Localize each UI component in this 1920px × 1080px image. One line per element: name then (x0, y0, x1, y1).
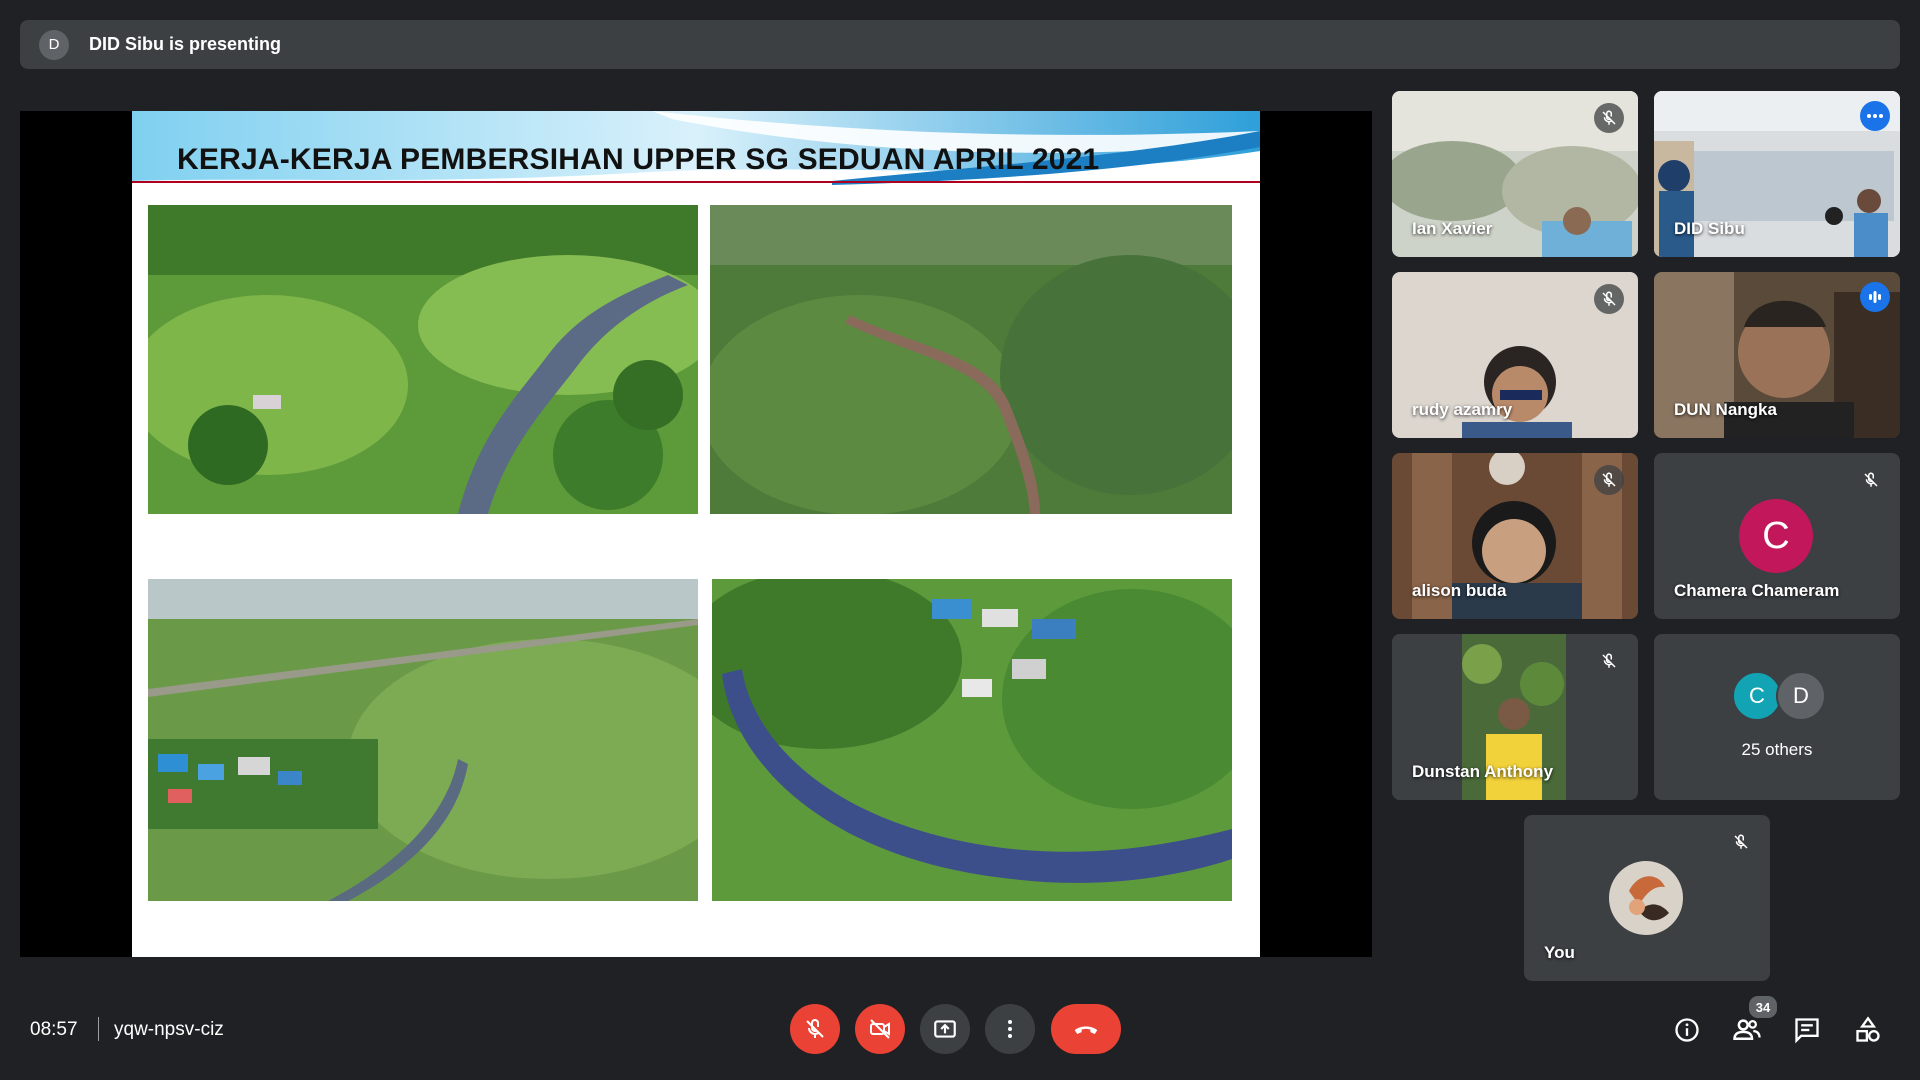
participant-tile-alison-buda[interactable]: alison buda (1392, 453, 1638, 619)
participant-name: Ian Xavier (1412, 219, 1493, 238)
bottom-control-bar: 08:57 yqw-npsv-ciz 34 (0, 990, 1920, 1070)
activities-icon (1856, 1016, 1880, 1042)
slide-title: KERJA-KERJA PEMBERSIHAN UPPER SG SEDUAN … (177, 143, 1100, 176)
meeting-code: yqw-npsv-ciz (114, 1019, 224, 1040)
mic-off-icon (803, 1017, 827, 1041)
mic-off-icon (1856, 465, 1886, 495)
mic-off-icon (1726, 827, 1756, 857)
toggle-mic-button[interactable] (790, 1004, 840, 1054)
participant-tile-ian-xavier[interactable]: Ian Xavier (1392, 91, 1638, 257)
presentation-slide: KERJA-KERJA PEMBERSIHAN UPPER SG SEDUAN … (132, 111, 1260, 957)
others-avatar-c: C (1732, 671, 1782, 721)
participant-tile-dunstan-anthony[interactable]: Dunstan Anthony (1392, 634, 1638, 800)
self-avatar (1609, 861, 1683, 935)
more-options-button[interactable] (985, 1004, 1035, 1054)
present-now-button[interactable] (920, 1004, 970, 1054)
meeting-time: 08:57 (30, 1019, 78, 1040)
aerial-photo-forest-river (710, 205, 1232, 514)
mic-off-icon (1594, 646, 1624, 676)
more-vert-icon (1008, 1020, 1012, 1038)
presenter-avatar: D (39, 29, 69, 60)
end-call-icon (1074, 1026, 1098, 1034)
participant-name: DUN Nangka (1674, 400, 1777, 419)
participant-name: rudy azamry (1412, 400, 1513, 419)
participant-name: Dunstan Anthony (1412, 762, 1554, 781)
camera-off-icon (870, 1019, 890, 1039)
participant-avatar: C (1739, 499, 1813, 573)
others-tile[interactable]: C D 25 others (1654, 634, 1900, 800)
aerial-photo-village-landscape (148, 579, 698, 901)
slide-title-rule (132, 181, 1260, 183)
activities-button[interactable] (1852, 1014, 1884, 1046)
others-count-label: 25 others (1741, 740, 1813, 759)
aerial-photo-river-palms (148, 205, 698, 514)
meeting-details-button[interactable] (1671, 1014, 1703, 1046)
self-name: You (1544, 943, 1575, 962)
others-avatar-d: D (1776, 671, 1826, 721)
participant-tile-did-sibu[interactable]: DID Sibu (1654, 91, 1900, 257)
participant-tile-chamera-chameram[interactable]: C Chamera Chameram (1654, 453, 1900, 619)
participant-name: DID Sibu (1674, 219, 1745, 238)
participant-tile-rudy-azamry[interactable]: rudy azamry (1392, 272, 1638, 438)
speaking-icon (1860, 282, 1890, 312)
presentation-stage[interactable]: KERJA-KERJA PEMBERSIHAN UPPER SG SEDUAN … (20, 111, 1372, 957)
mic-off-icon (1594, 465, 1624, 495)
present-icon (934, 1020, 956, 1038)
participant-count-badge: 34 (1747, 994, 1779, 1020)
toggle-camera-button[interactable] (855, 1004, 905, 1054)
mic-off-icon (1594, 284, 1624, 314)
aerial-photo-river-village (712, 579, 1232, 901)
chat-button[interactable] (1791, 1014, 1823, 1046)
presenting-label: DID Sibu is presenting (89, 34, 282, 54)
participant-name: alison buda (1412, 581, 1507, 600)
info-icon (1675, 1018, 1699, 1042)
mic-off-icon (1594, 103, 1624, 133)
participant-tile-dun-nangka[interactable]: DUN Nangka (1654, 272, 1900, 438)
divider (98, 1017, 99, 1041)
leave-call-button[interactable] (1051, 1004, 1121, 1054)
presenting-banner: D DID Sibu is presenting (20, 20, 1900, 69)
self-tile[interactable]: You (1524, 815, 1770, 981)
chat-icon (1795, 1018, 1819, 1044)
participant-name: Chamera Chameram (1674, 581, 1840, 600)
more-options-icon[interactable] (1860, 101, 1890, 131)
